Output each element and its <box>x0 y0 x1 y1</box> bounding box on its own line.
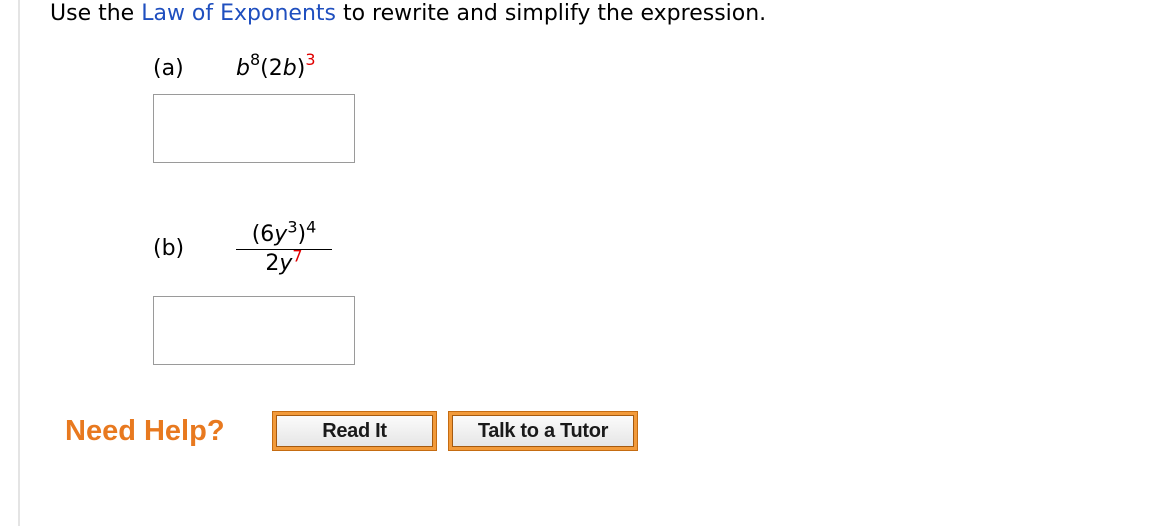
part-b-den-var: y <box>279 251 293 276</box>
part-b-label: (b) <box>153 236 185 261</box>
part-a-answer-input[interactable] <box>153 94 355 163</box>
talk-to-tutor-button[interactable]: Talk to a Tutor <box>448 411 638 451</box>
part-b-den-coef: 2 <box>265 251 280 276</box>
law-of-exponents-link[interactable]: Law of Exponents <box>141 1 336 26</box>
instruction-prefix: Use the <box>50 1 142 26</box>
part-a-label: (a) <box>153 56 184 81</box>
part-b-numerator: (6y3)4 <box>236 219 332 250</box>
part-b-num-inner-exp: 3 <box>287 217 298 237</box>
part-b-fraction: (6y3)4 2y7 <box>236 219 332 278</box>
talk-to-tutor-label: Talk to a Tutor <box>452 415 634 447</box>
part-b-den-exp: 7 <box>292 246 303 266</box>
part-b-num-outer-exp: 4 <box>306 217 317 237</box>
read-it-button[interactable]: Read It <box>272 411 437 451</box>
part-a-exp1: 8 <box>249 49 261 69</box>
part-b-answer-input[interactable] <box>153 296 355 365</box>
left-border <box>18 0 20 526</box>
read-it-label: Read It <box>276 415 433 447</box>
need-help-heading: Need Help? <box>65 415 225 447</box>
part-b-num-close: ) <box>297 222 307 247</box>
part-a-expression: b8(2b)3 <box>236 51 316 83</box>
instruction-text: Use the Law of Exponents to rewrite and … <box>50 0 766 28</box>
part-b-denominator: 2y7 <box>236 246 332 278</box>
part-a-exp2: 3 <box>305 49 316 69</box>
part-a-base1: b <box>236 56 250 81</box>
part-b-num-var: y <box>274 222 288 247</box>
part-a-base2: b <box>282 56 297 81</box>
part-a-group: (2 <box>260 56 283 81</box>
instruction-suffix: to rewrite and simplify the expression. <box>335 1 767 26</box>
part-b-num-open: (6 <box>251 222 275 247</box>
